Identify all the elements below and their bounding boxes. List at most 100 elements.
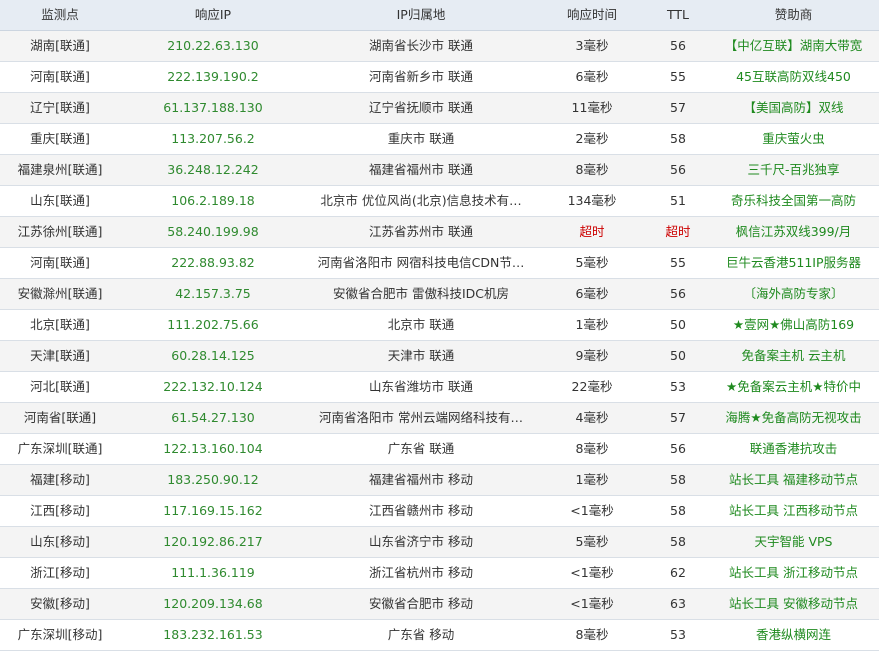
ttl-cell: 56 bbox=[648, 433, 708, 465]
sponsor-link[interactable]: 站长工具 江西移动节点 bbox=[729, 503, 858, 518]
monitor-node-cell: 福建[移动] bbox=[0, 464, 120, 496]
ip-location-cell: 广东省 联通 bbox=[306, 433, 536, 465]
monitor-node-cell: 山东[移动] bbox=[0, 526, 120, 558]
sponsor-cell: 巨牛云香港511IP服务器 bbox=[708, 247, 879, 279]
response-ip-cell: 120.209.134.68 bbox=[120, 588, 306, 620]
sponsor-link[interactable]: 香港纵横网连 bbox=[756, 627, 831, 642]
table-row: 重庆[联通] 113.207.56.2 重庆市 联通 2毫秒 58 重庆萤火虫 bbox=[0, 123, 879, 155]
sponsor-cell: 重庆萤火虫 bbox=[708, 123, 879, 155]
sponsor-link[interactable]: 站长工具 浙江移动节点 bbox=[729, 565, 858, 580]
sponsor-link[interactable]: 【中亿互联】湖南大带宽 bbox=[725, 38, 863, 53]
sponsor-link[interactable]: 站长工具 安徽移动节点 bbox=[729, 596, 858, 611]
monitor-node-cell: 安徽[移动] bbox=[0, 588, 120, 620]
response-ip-cell: 42.157.3.75 bbox=[120, 278, 306, 310]
monitor-node-cell: 湖南[联通] bbox=[0, 30, 120, 62]
monitor-node-cell: 辽宁[联通] bbox=[0, 92, 120, 124]
table-row: 河南省[联通] 61.54.27.130 河南省洛阳市 常州云端网络科技有… 4毫秒 5… bbox=[0, 402, 879, 434]
table-row: 福建[移动] 183.250.90.12 福建省福州市 移动 1毫秒 58 站长工具 福建… bbox=[0, 464, 879, 496]
response-ip-cell: 222.88.93.82 bbox=[120, 247, 306, 279]
ip-location-cell: 江西省赣州市 移动 bbox=[306, 495, 536, 527]
ttl-cell: 53 bbox=[648, 619, 708, 651]
table-row: 山东[移动] 120.192.86.217 山东省济宁市 移动 5毫秒 58 天宇智能 V… bbox=[0, 526, 879, 558]
sponsor-cell: 〔海外高防专家〕 bbox=[708, 278, 879, 310]
sponsor-cell: 站长工具 浙江移动节点 bbox=[708, 557, 879, 589]
monitor-node-cell: 安徽滁州[联通] bbox=[0, 278, 120, 310]
sponsor-link[interactable]: 45互联高防双线450 bbox=[736, 69, 851, 84]
ip-location-cell: 天津市 联通 bbox=[306, 340, 536, 372]
ttl-cell: 超时 bbox=[648, 216, 708, 248]
response-time-cell: 5毫秒 bbox=[536, 247, 648, 279]
monitor-node-cell: 河北[联通] bbox=[0, 371, 120, 403]
response-ip-cell: 106.2.189.18 bbox=[120, 185, 306, 217]
response-ip-cell: 113.207.56.2 bbox=[120, 123, 306, 155]
column-header-time: 响应时间 bbox=[536, 0, 648, 31]
monitor-node-cell: 江西[移动] bbox=[0, 495, 120, 527]
sponsor-cell: 免备案主机 云主机 bbox=[708, 340, 879, 372]
response-time-cell: 134毫秒 bbox=[536, 185, 648, 217]
sponsor-link[interactable]: 〔海外高防专家〕 bbox=[743, 286, 843, 301]
ip-location-cell: 安徽省合肥市 移动 bbox=[306, 588, 536, 620]
response-ip-cell: 210.22.63.130 bbox=[120, 30, 306, 62]
ip-location-cell: 湖南省长沙市 联通 bbox=[306, 30, 536, 62]
ttl-cell: 57 bbox=[648, 402, 708, 434]
table-row: 湖南[联通] 210.22.63.130 湖南省长沙市 联通 3毫秒 56 【中亿互联】湖… bbox=[0, 30, 879, 62]
ip-location-cell: 河南省新乡市 联通 bbox=[306, 61, 536, 93]
ip-location-cell: 河南省洛阳市 常州云端网络科技有… bbox=[306, 402, 536, 434]
column-header-sponsor: 赞助商 bbox=[708, 0, 879, 31]
table-row: 河南[联通] 222.139.190.2 河南省新乡市 联通 6毫秒 55 45互联高防双… bbox=[0, 61, 879, 93]
table-row: 山东[联通] 106.2.189.18 北京市 优位风尚(北京)信息技术有… 134毫… bbox=[0, 185, 879, 217]
sponsor-cell: 天宇智能 VPS bbox=[708, 526, 879, 558]
sponsor-link[interactable]: 海腾★免备高防无视攻击 bbox=[725, 410, 861, 425]
sponsor-link[interactable]: 免备案主机 云主机 bbox=[742, 348, 846, 363]
response-ip-cell: 36.248.12.242 bbox=[120, 154, 306, 186]
column-header-location: IP归属地 bbox=[306, 0, 536, 31]
response-time-cell: 8毫秒 bbox=[536, 619, 648, 651]
monitor-node-cell: 北京[联通] bbox=[0, 309, 120, 341]
sponsor-cell: 45互联高防双线450 bbox=[708, 61, 879, 93]
sponsor-link[interactable]: 枫信江苏双线399/月 bbox=[736, 224, 852, 239]
response-ip-cell: 122.13.160.104 bbox=[120, 433, 306, 465]
ttl-cell: 58 bbox=[648, 495, 708, 527]
sponsor-cell: 海腾★免备高防无视攻击 bbox=[708, 402, 879, 434]
table-row: 江苏徐州[联通] 58.240.199.98 江苏省苏州市 联通 超时 超时 枫信江苏双线… bbox=[0, 216, 879, 248]
table-row: 江西[移动] 117.169.15.162 江西省赣州市 移动 <1毫秒 58 站长工具 … bbox=[0, 495, 879, 527]
sponsor-link[interactable]: 奇乐科技全国第一高防 bbox=[731, 193, 856, 208]
sponsor-link[interactable]: 巨牛云香港511IP服务器 bbox=[726, 255, 861, 270]
ip-location-cell: 江苏省苏州市 联通 bbox=[306, 216, 536, 248]
sponsor-link[interactable]: 【美国高防】双线 bbox=[743, 100, 843, 115]
monitor-node-cell: 河南[联通] bbox=[0, 247, 120, 279]
ip-location-cell: 浙江省杭州市 移动 bbox=[306, 557, 536, 589]
ttl-cell: 56 bbox=[648, 154, 708, 186]
sponsor-link[interactable]: 重庆萤火虫 bbox=[762, 131, 825, 146]
response-time-cell: <1毫秒 bbox=[536, 588, 648, 620]
table-row: 广东深圳[联通] 122.13.160.104 广东省 联通 8毫秒 56 联通香港抗攻击 bbox=[0, 433, 879, 465]
ttl-cell: 51 bbox=[648, 185, 708, 217]
sponsor-link[interactable]: 天宇智能 VPS bbox=[755, 534, 833, 549]
response-time-cell: 超时 bbox=[536, 216, 648, 248]
response-ip-cell: 60.28.14.125 bbox=[120, 340, 306, 372]
response-ip-cell: 111.1.36.119 bbox=[120, 557, 306, 589]
ip-location-cell: 辽宁省抚顺市 联通 bbox=[306, 92, 536, 124]
response-time-cell: 5毫秒 bbox=[536, 526, 648, 558]
ip-location-cell: 山东省济宁市 移动 bbox=[306, 526, 536, 558]
ttl-cell: 50 bbox=[648, 340, 708, 372]
response-ip-cell: 61.137.188.130 bbox=[120, 92, 306, 124]
table-body: 湖南[联通] 210.22.63.130 湖南省长沙市 联通 3毫秒 56 【中亿互联】湖… bbox=[0, 30, 879, 651]
ttl-cell: 58 bbox=[648, 526, 708, 558]
monitor-node-cell: 福建泉州[联通] bbox=[0, 154, 120, 186]
response-time-cell: 3毫秒 bbox=[536, 30, 648, 62]
sponsor-link[interactable]: 站长工具 福建移动节点 bbox=[729, 472, 858, 487]
response-ip-cell: 120.192.86.217 bbox=[120, 526, 306, 558]
sponsor-link[interactable]: ★免备案云主机★特价中 bbox=[726, 379, 861, 394]
ttl-cell: 62 bbox=[648, 557, 708, 589]
ip-location-cell: 山东省潍坊市 联通 bbox=[306, 371, 536, 403]
ip-location-cell: 北京市 优位风尚(北京)信息技术有… bbox=[306, 185, 536, 217]
response-time-cell: <1毫秒 bbox=[536, 557, 648, 589]
sponsor-link[interactable]: ★壹网★佛山高防169 bbox=[733, 317, 854, 332]
response-ip-cell: 222.139.190.2 bbox=[120, 61, 306, 93]
sponsor-link[interactable]: 联通香港抗攻击 bbox=[750, 441, 838, 456]
monitor-node-cell: 广东深圳[联通] bbox=[0, 433, 120, 465]
table-row: 福建泉州[联通] 36.248.12.242 福建省福州市 联通 8毫秒 56 三千尺-百… bbox=[0, 154, 879, 186]
ip-location-cell: 重庆市 联通 bbox=[306, 123, 536, 155]
sponsor-link[interactable]: 三千尺-百兆独享 bbox=[747, 162, 839, 177]
